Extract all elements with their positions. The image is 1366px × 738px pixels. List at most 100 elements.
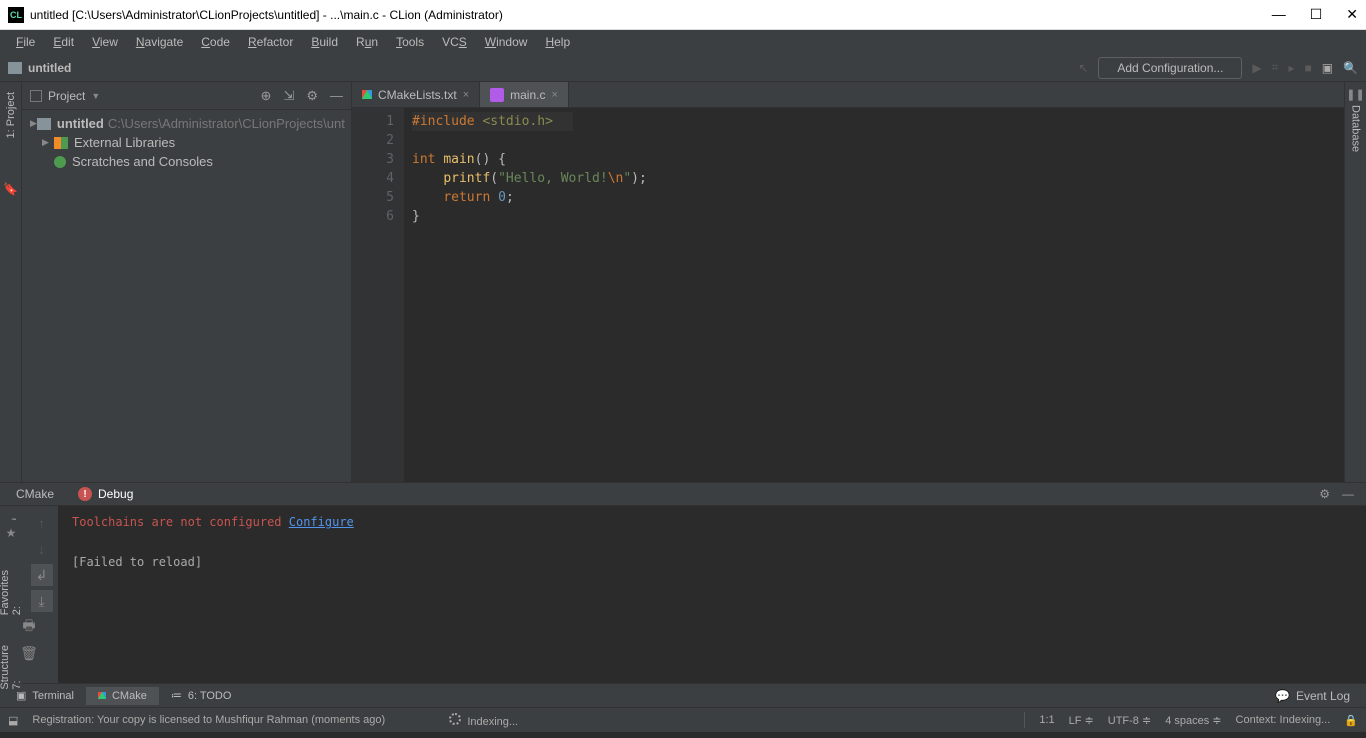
configure-link[interactable]: Configure [289, 515, 354, 529]
down-icon[interactable]: ↓ [31, 538, 53, 560]
window-title: untitled [C:\Users\Administrator\CLionPr… [30, 8, 1272, 22]
sidebar-tab-project[interactable]: 1: Project [3, 88, 19, 142]
minimize-button[interactable]: — [1272, 6, 1286, 23]
add-configuration-button[interactable]: Add Configuration... [1098, 57, 1242, 79]
line-gutter: 123456 [352, 108, 404, 482]
project-root-label: untitled [57, 116, 104, 131]
expand-arrow-icon[interactable]: ▶ [42, 137, 54, 148]
stop-icon[interactable]: ■ [1304, 61, 1311, 75]
sidebar-tab-database[interactable]: Database [1348, 101, 1364, 156]
project-view-selector[interactable]: Project ▼ [30, 89, 100, 103]
tree-root[interactable]: ▶ untitled C:\Users\Administrator\CLionP… [22, 114, 351, 133]
menu-help[interactable]: Help [537, 33, 578, 51]
library-icon [54, 137, 68, 149]
tree-scratches[interactable]: Scratches and Consoles [22, 152, 351, 171]
project-icon [30, 90, 42, 102]
close-button[interactable]: ✕ [1346, 6, 1358, 23]
c-file-icon [490, 88, 504, 102]
status-indexing: Indexing... [467, 716, 518, 728]
statusbar-toggle-icon[interactable]: ⬓ [8, 714, 18, 727]
right-tool-stripe: ❚❚ Database [1344, 82, 1366, 482]
menu-file[interactable]: File [8, 33, 43, 51]
expand-arrow-icon[interactable]: ▶ [30, 118, 37, 129]
expand-icon[interactable]: ⇲ [283, 88, 294, 104]
build-hammer-icon[interactable]: ↖ [1078, 61, 1088, 75]
debug-icon[interactable]: ⌗ [1272, 60, 1279, 75]
coverage-icon[interactable]: ▸ [1288, 61, 1294, 75]
editor-tabs: CMakeLists.txt × main.c × [352, 82, 1344, 108]
menu-vcs[interactable]: VCS [434, 33, 475, 51]
scroll-icon[interactable]: ⤓ [31, 590, 53, 612]
status-position[interactable]: 1:1 [1039, 714, 1054, 726]
folder-icon [8, 62, 22, 74]
error-text: Toolchains are not configured [72, 515, 282, 529]
search-everywhere-icon[interactable]: 🔍 [1343, 61, 1358, 75]
menu-window[interactable]: Window [477, 33, 536, 51]
tool-tab-debug-label: Debug [98, 487, 133, 501]
project-root-path: C:\Users\Administrator\CLionProjects\unt [108, 116, 345, 131]
tab-cmakelists[interactable]: CMakeLists.txt × [352, 82, 480, 107]
menu-refactor[interactable]: Refactor [240, 33, 301, 51]
tool-output[interactable]: Toolchains are not configured Configure … [58, 506, 1366, 683]
pause-icon[interactable]: ❚❚ [1346, 88, 1364, 101]
maximize-button[interactable]: ☐ [1310, 6, 1323, 23]
breadcrumb[interactable]: untitled [28, 61, 71, 75]
hide-icon[interactable]: — [1342, 487, 1354, 501]
failed-text: [Failed to reload] [72, 552, 1352, 572]
menu-code[interactable]: Code [193, 33, 238, 51]
wrap-icon[interactable]: ↲ [31, 564, 53, 586]
bottom-tool-stripe: ▣ Terminal CMake ≔ 6: TODO 💬 Event Log [0, 684, 1366, 708]
tool-tab-cmake[interactable]: CMake [4, 484, 66, 504]
menu-run[interactable]: Run [348, 33, 386, 51]
bottom-tab-todo[interactable]: ≔ 6: TODO [159, 686, 244, 705]
cmake-icon [362, 90, 372, 99]
status-line-sep[interactable]: LF ≑ [1069, 714, 1094, 727]
layout-icon[interactable]: ▣ [1322, 61, 1333, 75]
editor-area: CMakeLists.txt × main.c × 123456 #includ… [352, 82, 1344, 482]
editor[interactable]: 123456 #include <stdio.h> int main() { p… [352, 108, 1344, 482]
close-tab-icon[interactable]: × [551, 89, 557, 101]
tab-label: main.c [510, 88, 545, 102]
locate-icon[interactable]: ⊕ [261, 88, 272, 104]
navigation-bar: untitled ↖ Add Configuration... ▶ ⌗ ▸ ■ … [0, 54, 1366, 82]
project-header: Project ▼ ⊕ ⇲ ⚙ — [22, 82, 351, 110]
menu-navigate[interactable]: Navigate [128, 33, 191, 51]
bottom-tab-cmake[interactable]: CMake [86, 687, 159, 705]
status-context[interactable]: Context: Indexing... [1236, 714, 1331, 726]
status-encoding[interactable]: UTF-8 ≑ [1108, 714, 1151, 727]
todo-icon: ≔ [171, 689, 182, 702]
close-tab-icon[interactable]: × [463, 89, 469, 101]
code-area[interactable]: #include <stdio.h> int main() { printf("… [404, 108, 1344, 482]
left-tool-stripe-bottom: ★ 2: Favorites 7: Structure [0, 520, 22, 692]
tab-label: CMakeLists.txt [378, 88, 457, 102]
status-bar: ⬓ Registration: Your copy is licensed to… [0, 708, 1366, 732]
status-indent[interactable]: 4 spaces ≑ [1165, 714, 1221, 727]
menu-build[interactable]: Build [303, 33, 346, 51]
window-titlebar: CL untitled [C:\Users\Administrator\CLio… [0, 0, 1366, 30]
app-icon: CL [8, 7, 24, 23]
menu-tools[interactable]: Tools [388, 33, 432, 51]
menu-edit[interactable]: Edit [45, 33, 82, 51]
tool-tab-debug[interactable]: ! Debug [66, 484, 145, 504]
left-tool-stripe: 1: Project 🔖 [0, 82, 22, 482]
sidebar-tab-favorites[interactable]: 2: Favorites [0, 570, 23, 615]
tab-main-c[interactable]: main.c × [480, 82, 569, 107]
up-icon[interactable]: ↑ [31, 512, 53, 534]
chevron-down-icon: ▼ [91, 91, 100, 101]
tree-external-libraries[interactable]: ▶ External Libraries [22, 133, 351, 152]
sidebar-tab-structure[interactable]: 7: Structure [0, 645, 23, 690]
run-icon[interactable]: ▶ [1252, 61, 1261, 75]
menu-view[interactable]: View [84, 33, 126, 51]
project-tree[interactable]: ▶ untitled C:\Users\Administrator\CLionP… [22, 110, 351, 482]
gear-icon[interactable]: ⚙ [1319, 487, 1330, 501]
debug-tool-window: ↻↑ ■↓ ◬↲ ⚙⤓ 🖶 🗑 Toolchains are not confi… [0, 506, 1366, 684]
lock-icon[interactable]: 🔒 [1344, 714, 1358, 727]
project-tool-window: Project ▼ ⊕ ⇲ ⚙ — ▶ untitled C:\Users\Ad… [22, 82, 352, 482]
cmake-icon [98, 692, 106, 699]
external-libraries-label: External Libraries [74, 135, 175, 150]
hide-icon[interactable]: — [330, 88, 343, 104]
todo-label: 6: TODO [188, 690, 232, 702]
eventlog-label: Event Log [1296, 689, 1350, 703]
gear-icon[interactable]: ⚙ [306, 88, 318, 104]
bottom-tab-eventlog[interactable]: 💬 Event Log [1263, 686, 1362, 706]
